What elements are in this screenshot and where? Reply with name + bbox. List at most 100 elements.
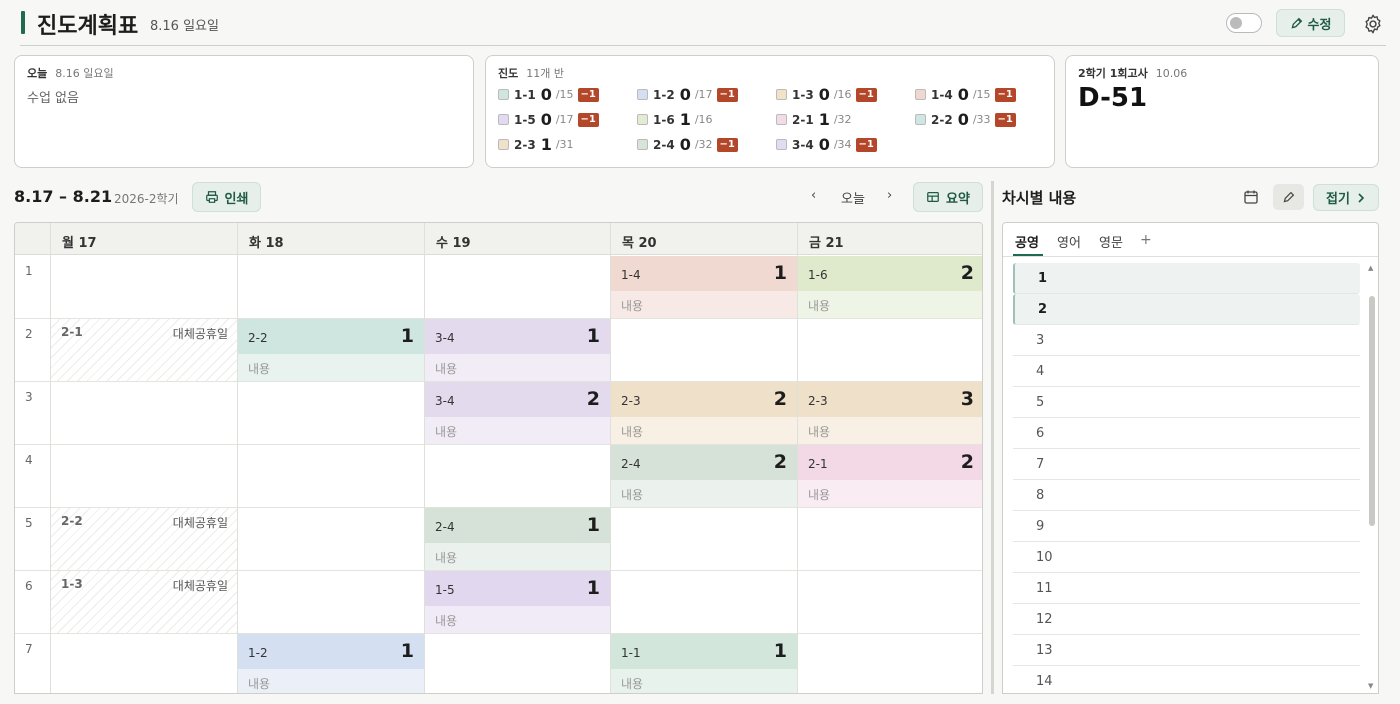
chevron-right-icon	[1358, 192, 1365, 203]
progress-item[interactable]: 1-2 0/17 −1	[637, 85, 738, 104]
lesson-cell[interactable]: 1-2 1 내용	[238, 634, 424, 693]
class-color-swatch	[498, 139, 509, 150]
lesson-row[interactable]: 2	[1013, 294, 1360, 325]
progress-count: 0	[540, 110, 552, 129]
lesson-cell[interactable]: 2-3 2 내용	[611, 382, 797, 444]
lesson-row[interactable]: 3	[1013, 325, 1360, 356]
lesson-row-number: 11	[1036, 581, 1053, 596]
progress-item[interactable]: 2-1 1/32	[776, 110, 856, 129]
holiday-cell[interactable]: 1-3 대체공휴일	[51, 571, 237, 633]
class-color-swatch	[637, 114, 648, 125]
lesson-cell[interactable]: 3-4 1 내용	[425, 319, 610, 381]
lesson-number: 2	[960, 262, 974, 284]
progress-count: 0	[818, 85, 830, 104]
lesson-cell[interactable]: 1-1 1 내용	[611, 634, 797, 693]
lesson-cell[interactable]: 2-4 2 내용	[611, 445, 797, 507]
lesson-content: 내용	[621, 488, 644, 502]
lesson-cell[interactable]: 1-5 1 내용	[425, 571, 610, 633]
lesson-cell[interactable]: 2-4 1 내용	[425, 508, 610, 570]
holiday-label: 대체공휴일	[172, 516, 228, 530]
lesson-cell[interactable]: 2-1 2 내용	[798, 445, 982, 507]
holiday-class: 1-3	[61, 577, 83, 591]
lesson-row[interactable]: 10	[1013, 542, 1360, 573]
lesson-row[interactable]: 8	[1013, 480, 1360, 511]
dday-counter: D-51	[1078, 83, 1148, 113]
side-scrollbar[interactable]: ▲ ▼	[1368, 264, 1376, 690]
progress-item[interactable]: 3-4 0/34 −1	[776, 135, 877, 154]
holiday-cell[interactable]: 2-2 대체공휴일	[51, 508, 237, 570]
progress-item[interactable]: 1-6 1/16	[637, 110, 717, 129]
fold-button[interactable]: 접기	[1313, 184, 1379, 211]
lesson-cell[interactable]: 2-2 1 내용	[238, 319, 424, 381]
next-week-button[interactable]: ›	[887, 188, 892, 203]
mode-toggle[interactable]	[1226, 13, 1262, 33]
lesson-row-number: 9	[1036, 519, 1045, 534]
lesson-number: 1	[586, 577, 600, 599]
lesson-row-number: 8	[1036, 488, 1045, 503]
exam-card: 2학기 1회고사 10.06 D-51	[1065, 55, 1379, 168]
class-color-swatch	[637, 89, 648, 100]
panel-resize-handle[interactable]	[991, 181, 994, 694]
summary-button[interactable]: 요약	[913, 182, 983, 212]
calendar-icon[interactable]	[1243, 189, 1259, 205]
lesson-class: 1-4	[621, 268, 641, 282]
subject-tabs: 공영 영어 영문 +	[1003, 223, 1378, 257]
tab-subject-1[interactable]: 공영	[1015, 232, 1039, 251]
progress-total: /32	[833, 113, 852, 126]
progress-item[interactable]: 1-5 0/17 −1	[498, 110, 599, 129]
lesson-number: 2	[773, 388, 787, 410]
lesson-row[interactable]: 1	[1013, 263, 1360, 294]
lesson-row[interactable]: 13	[1013, 635, 1360, 666]
behind-badge: −1	[855, 87, 877, 102]
lesson-row[interactable]: 11	[1013, 573, 1360, 604]
tab-subject-3[interactable]: 영문	[1099, 232, 1123, 251]
header-date: 8.16 일요일	[150, 19, 219, 34]
side-edit-button[interactable]	[1273, 184, 1304, 210]
progress-class: 2-3	[514, 137, 536, 152]
behind-badge: −1	[855, 137, 877, 152]
lesson-row[interactable]: 4	[1013, 356, 1360, 387]
lesson-row[interactable]: 12	[1013, 604, 1360, 635]
lesson-cell[interactable]: 1-4 1 내용	[611, 256, 797, 318]
progress-item[interactable]: 1-4 0/15 −1	[915, 85, 1016, 104]
add-tab-button[interactable]: +	[1140, 232, 1152, 248]
lesson-row[interactable]: 7	[1013, 449, 1360, 480]
edit-button[interactable]: 수정	[1276, 9, 1345, 37]
lesson-row[interactable]: 5	[1013, 387, 1360, 418]
lesson-cell[interactable]: 1-6 2 내용	[798, 256, 982, 318]
period-number: 4	[25, 453, 33, 467]
day-header: 금 21	[797, 223, 982, 255]
progress-item[interactable]: 2-2 0/33 −1	[915, 110, 1016, 129]
tab-subject-2[interactable]: 영어	[1057, 232, 1081, 251]
scroll-up-arrow[interactable]: ▲	[1368, 264, 1373, 272]
class-color-swatch	[776, 114, 787, 125]
progress-item[interactable]: 1-1 0/15 −1	[498, 85, 599, 104]
column-divider	[50, 223, 51, 693]
lesson-cell[interactable]: 2-3 3 내용	[798, 382, 982, 444]
lesson-row[interactable]: 14	[1013, 666, 1360, 693]
today-button[interactable]: 오늘	[841, 188, 865, 207]
progress-total: /16	[694, 113, 713, 126]
progress-total: /33	[972, 113, 991, 126]
scroll-thumb[interactable]	[1369, 296, 1375, 526]
holiday-label: 대체공휴일	[172, 579, 228, 593]
progress-item[interactable]: 1-3 0/16 −1	[776, 85, 877, 104]
progress-item[interactable]: 2-4 0/32 −1	[637, 135, 738, 154]
lesson-content: 내용	[435, 551, 458, 565]
progress-item[interactable]: 2-3 1/31	[498, 135, 578, 154]
lesson-row[interactable]: 6	[1013, 418, 1360, 449]
lesson-content: 내용	[248, 362, 271, 376]
lesson-class: 3-4	[435, 394, 455, 408]
lesson-row-number: 2	[1038, 302, 1048, 317]
lesson-row[interactable]: 9	[1013, 511, 1360, 542]
holiday-cell[interactable]: 2-1 대체공휴일	[51, 319, 237, 381]
lesson-class: 2-3	[808, 394, 828, 408]
day-header: 수 19	[424, 223, 610, 255]
prev-week-button[interactable]: ‹	[811, 188, 816, 203]
print-button[interactable]: 인쇄	[192, 182, 261, 212]
scroll-down-arrow[interactable]: ▼	[1368, 682, 1373, 690]
day-header: 화 18	[237, 223, 424, 255]
period-number: 6	[25, 579, 33, 593]
gear-icon[interactable]	[1362, 13, 1384, 35]
lesson-cell[interactable]: 3-4 2 내용	[425, 382, 610, 444]
